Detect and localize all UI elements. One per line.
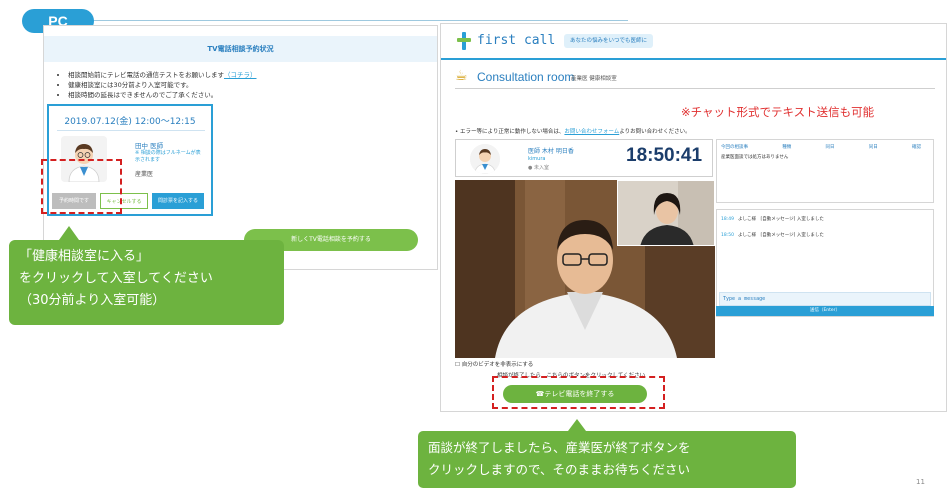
chat-panel: 18:49 よしこ様 [自動メッセージ] 入室しました 18:50 よしこ様 [自動…: [716, 209, 934, 317]
consultation-room-screen: first call あなたの悩みをいつでも医師に ☕ Consultation…: [440, 23, 947, 412]
appointment-date: 2019.07.12(金) 12:00〜12:15: [64, 117, 196, 127]
callout-line: をクリックして入室してください: [19, 271, 213, 286]
reservation-header: TV電話相談予約状況: [44, 36, 437, 62]
info-text: 産業医面談では処方はありません: [721, 155, 789, 160]
doctor-status: ● 未入室: [528, 165, 549, 171]
doctor-id: kimura: [528, 156, 546, 162]
chat-notice: ※チャット形式でテキスト送信も可能: [681, 105, 875, 119]
questionnaire-button[interactable]: 問診票を記入する: [152, 193, 204, 209]
note-item: 相談開始前にテレビ電話の通信テストをお願いします（コチラ）: [68, 70, 257, 80]
chat-message: 18:49 よしこ様 [自動メッセージ] 入室しました: [721, 217, 824, 222]
reservation-notes: 相談開始前にテレビ電話の通信テストをお願いします（コチラ） 健康相談室には30分…: [60, 70, 257, 100]
callout-line: （30分前より入室可能）: [19, 293, 166, 308]
test-link[interactable]: （コチラ）: [224, 71, 257, 79]
doctor-avatar: [470, 144, 500, 174]
send-button[interactable]: 送信（Enter）: [716, 306, 934, 316]
session-timer: 18:50:41: [626, 145, 703, 166]
self-video: [617, 180, 715, 246]
chat-message: 18:50 よしこ様 [自動メッセージ] 入室しました: [721, 233, 824, 238]
note-item: 相談時間の延長はできませんのでご了承ください。: [68, 90, 257, 100]
page-number: 11: [916, 478, 925, 486]
callout-line: クリックしますので、そのままお待ちください: [428, 462, 691, 477]
side-panel: 今回の相談事 種類 同日 同日 確認 産業医面談では処方はありません 18:49…: [714, 139, 936, 317]
note-item: 健康相談室には30分前より入室可能です。: [68, 80, 257, 90]
header-rule: [80, 20, 628, 21]
reservation-screen: TV電話相談予約状況 相談開始前にテレビ電話の通信テストをお願いします（コチラ）…: [43, 25, 438, 270]
contact-form-link[interactable]: お問い合わせフォーム: [564, 129, 619, 135]
consultation-icon: ☕: [455, 68, 468, 84]
end-call-callout: 面談が終了しましたら、産業医が終了ボタンを クリックしますので、そのままお待ちく…: [418, 419, 796, 488]
tagline-badge: あなたの悩みをいつでも医師に: [564, 34, 654, 48]
doctor-card: 医師 木村 明日香 kimura ● 未入室 18:50:41: [455, 139, 713, 177]
callout-line: 面談が終了しましたら、産業医が終了ボタンを: [428, 440, 691, 455]
first-call-logo-icon: [457, 32, 471, 50]
hide-video-toggle[interactable]: ☐ 自分のビデオを非表示にする: [455, 360, 533, 368]
callout-line: 「健康相談室に入る」: [19, 249, 150, 264]
room-subtitle: 産業医 健康相談室: [571, 76, 617, 82]
room-title: Consultation room: [477, 70, 575, 84]
logo-text: first call: [477, 33, 556, 48]
highlight-enter-button: [41, 159, 122, 214]
header-rule: [441, 58, 946, 60]
consultation-info-panel: 今回の相談事 種類 同日 同日 確認 産業医面談では処方はありません: [716, 139, 934, 203]
doctor-name: 医師 木村 明日香: [528, 148, 574, 155]
info-headers: 今回の相談事 種類 同日 同日 確認: [721, 145, 921, 150]
divider: [57, 130, 205, 131]
doctor-name: 田中 医師: [135, 142, 164, 150]
doctor-note: ※ 相談の際はフルネームが表示されます: [135, 150, 201, 163]
chat-input[interactable]: Type a message: [719, 292, 931, 306]
error-note: • エラー等により正常に動作しない場合は、お問い合わせフォームよりお問い合わせく…: [455, 129, 691, 135]
enter-room-callout: 「健康相談室に入る」 をクリックして入室してください （30分前より入室可能）: [9, 226, 284, 325]
divider: [455, 88, 935, 89]
highlight-end-button: [492, 376, 665, 409]
doctor-role: 産業医: [135, 171, 154, 178]
